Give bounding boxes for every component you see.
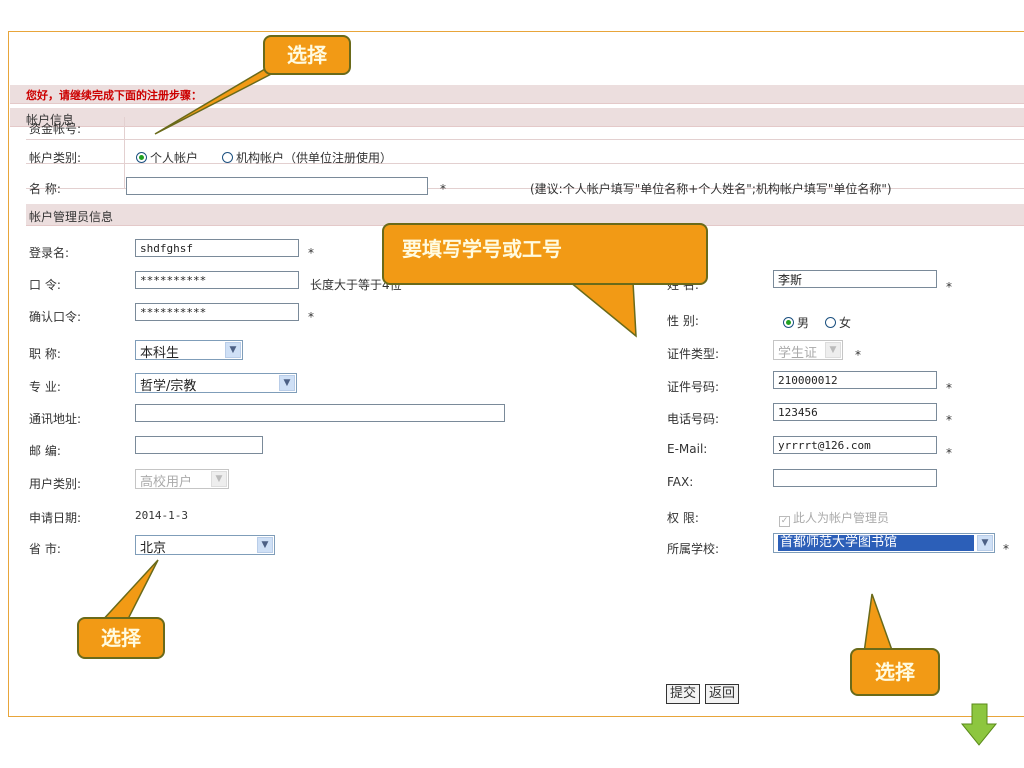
id-type-required-mark: * [855,348,861,362]
permission-option: ✓ 此人为帐户管理员 [779,509,889,527]
permission-value: 此人为帐户管理员 [793,511,890,525]
name-input[interactable] [126,177,428,195]
real-name-input[interactable] [773,270,937,288]
chevron-down-icon: ▼ [825,342,841,358]
school-required-mark: * [1003,542,1009,556]
gender-female-option[interactable]: 女 [825,314,851,331]
radio-male[interactable] [783,317,794,328]
gender-label: 性 别: [667,314,699,328]
account-type-org-option[interactable]: 机构帐户（供单位注册使用） [222,149,392,166]
email-required-mark: * [946,446,952,460]
phone-label: 电话号码: [667,412,720,426]
id-type-select: 学生证 ▼ [773,340,843,361]
radio-org[interactable] [222,152,233,163]
province-label: 省 市: [29,542,61,556]
account-type-personal-option[interactable]: 个人帐户 [136,149,198,166]
apply-date-value: 2014-1-3 [135,509,188,522]
id-type-label: 证件类型: [667,347,720,361]
title-select-value: 本科生 [140,346,180,361]
chevron-down-icon[interactable]: ▼ [225,342,241,358]
email-input[interactable] [773,436,937,454]
user-type-select: 高校用户 ▼ [135,469,229,490]
login-input[interactable] [135,239,299,257]
province-select-value: 北京 [140,541,167,556]
top-callout: 选择 [263,35,351,75]
middle-callout: 要填写学号或工号 [382,223,708,285]
checkbox-admin: ✓ [779,516,790,527]
chevron-down-icon[interactable]: ▼ [977,535,993,551]
gender-female-label: 女 [839,316,852,330]
fax-input[interactable] [773,469,937,487]
title-label: 职 称: [29,347,61,361]
id-number-input[interactable] [773,371,937,389]
greeting-text: 您好，请继续完成下面的注册步骤： [26,89,202,102]
user-type-label: 用户类别: [29,477,82,491]
gender-male-label: 男 [797,316,810,330]
login-required-mark: * [308,246,314,260]
fund-account-label: 资金帐号: [29,122,82,136]
confirm-password-label: 确认口令: [29,310,82,324]
password-input[interactable] [135,271,299,289]
address-label: 通讯地址: [29,412,82,426]
login-label: 登录名: [29,246,70,260]
account-type-personal-label: 个人帐户 [150,151,199,165]
account-type-label: 帐户类别: [29,151,82,165]
id-number-required-mark: * [946,381,952,395]
apply-date-label: 申请日期: [29,511,82,525]
submit-button[interactable]: 提交 [666,684,701,704]
account-type-org-label: 机构帐户（供单位注册使用） [236,151,393,165]
address-input[interactable] [135,404,505,422]
major-select-value: 哲学/宗教 [140,379,197,394]
major-select[interactable]: 哲学/宗教 ▼ [135,373,297,394]
confirm-password-required-mark: * [308,310,314,324]
password-label: 口 令: [29,278,61,292]
id-type-select-value: 学生证 [778,346,818,361]
bottom-left-callout: 选择 [77,617,165,659]
name-label: 名 称: [29,182,61,196]
school-select-value: 首都师范大学图书馆 [778,535,974,551]
chevron-down-icon[interactable]: ▼ [257,537,273,553]
greeting-bar: 您好，请继续完成下面的注册步骤： [10,85,1024,104]
gender-male-option[interactable]: 男 [783,314,809,331]
real-name-required-mark: * [946,280,952,294]
confirm-password-input[interactable] [135,303,299,321]
id-number-label: 证件号码: [667,380,720,394]
fax-label: FAX: [667,475,694,489]
back-button[interactable]: 返回 [705,684,740,704]
bottom-right-callout: 选择 [850,648,940,696]
school-select[interactable]: 首都师范大学图书馆 ▼ [773,533,995,553]
name-hint: (建议:个人帐户填写"单位名称+个人姓名";机构帐户填写"单位名称") [530,182,892,196]
title-select[interactable]: 本科生 ▼ [135,340,243,361]
radio-personal[interactable] [136,152,147,163]
school-label: 所属学校: [667,542,720,556]
phone-required-mark: * [946,413,952,427]
fund-account-row [26,117,1024,140]
user-type-select-value: 高校用户 [140,475,193,490]
zip-input[interactable] [135,436,263,454]
name-required-mark: * [440,182,446,196]
zip-label: 邮 编: [29,444,61,458]
phone-input[interactable] [773,403,937,421]
chevron-down-icon[interactable]: ▼ [279,375,295,391]
email-label: E-Mail: [667,442,708,456]
major-label: 专 业: [29,380,61,394]
radio-female[interactable] [825,317,836,328]
chevron-down-icon: ▼ [211,471,227,487]
permission-label: 权 限: [667,511,699,525]
province-select[interactable]: 北京 ▼ [135,535,275,556]
label-column-divider [124,117,125,188]
admin-section-title: 帐户管理员信息 [29,210,114,224]
